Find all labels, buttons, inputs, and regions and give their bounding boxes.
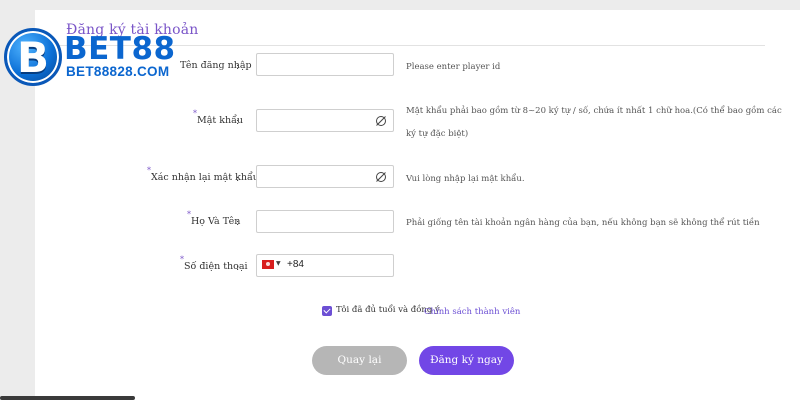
username-input[interactable] (256, 53, 394, 76)
dial-code: +84 (287, 259, 304, 270)
phone-colon: : (236, 262, 240, 273)
username-label: Tên đăng nhập (180, 60, 252, 71)
password-hint-line1: Mật khẩu phải bao gồm từ 8~20 ký tự / số… (406, 106, 782, 116)
confirm-password-colon: : (236, 173, 240, 184)
logo-name: BET88 (64, 31, 176, 67)
password-colon: : (236, 116, 240, 127)
full-name-label: Họ Và Tên (191, 216, 241, 227)
username-colon: : (236, 61, 240, 72)
vietnam-flag-icon[interactable] (262, 260, 274, 269)
username-hint: Please enter player id (406, 62, 501, 72)
logo-letter: B (16, 33, 49, 82)
password-input[interactable] (256, 109, 394, 132)
confirm-password-input[interactable] (256, 165, 394, 188)
confirm-password-label: Xác nhận lại mật khẩu (151, 172, 259, 183)
logo-site: BET88828.COM (66, 64, 170, 79)
back-button[interactable]: Quay lại (312, 346, 407, 375)
full-name-hint: Phải giống tên tài khoản ngân hàng của b… (406, 218, 760, 228)
eye-off-icon[interactable] (375, 115, 387, 127)
member-policy-link[interactable]: Chính sách thành viên (424, 307, 520, 317)
horizontal-scrollbar[interactable] (0, 396, 135, 400)
register-button[interactable]: Đăng ký ngay (419, 346, 514, 375)
logo-b-emblem: B (4, 28, 62, 86)
full-name-input[interactable] (256, 210, 394, 233)
password-hint-line2: ký tự đặc biệt) (406, 129, 469, 139)
country-dropdown-icon[interactable]: ▼ (276, 260, 281, 267)
phone-input[interactable]: ▼ +84 (256, 254, 394, 277)
full-name-colon: : (236, 217, 240, 228)
eye-off-icon[interactable] (375, 171, 387, 183)
confirm-password-hint: Vui lòng nhập lại mật khẩu. (406, 174, 525, 184)
bet88-logo: B BET88 BET88828.COM (4, 28, 194, 90)
agree-checkbox[interactable] (322, 306, 332, 316)
